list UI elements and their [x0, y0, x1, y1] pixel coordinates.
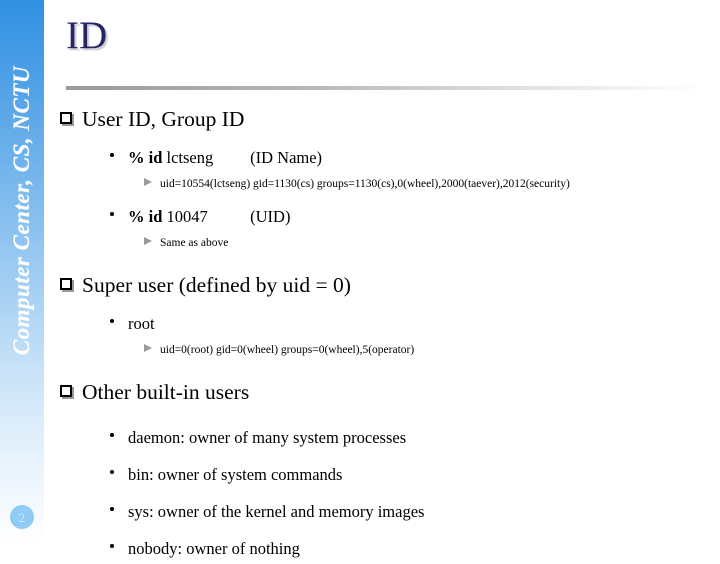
list-item: root — [44, 308, 720, 339]
command-annotation: (ID Name) — [250, 148, 323, 167]
dot-bullet-icon — [110, 507, 114, 511]
square-bullet-icon — [60, 112, 72, 124]
dot-bullet-icon — [110, 212, 114, 216]
dot-bullet-icon — [110, 319, 114, 323]
dot-bullet-icon — [110, 544, 114, 548]
list-item-label: sys: owner of the kernel and memory imag… — [128, 502, 425, 521]
page-number-badge: 2 — [10, 505, 34, 529]
shell-prompt: % — [128, 207, 145, 226]
section-heading: User ID, Group ID — [44, 104, 720, 134]
section-heading-label: Super user (defined by uid = 0) — [82, 273, 351, 297]
detail-item: Same as above — [44, 232, 720, 254]
dot-bullet-icon — [110, 470, 114, 474]
command-name: id — [148, 148, 163, 167]
detail-text: uid=0(root) gid=0(wheel) groups=0(wheel)… — [160, 344, 415, 356]
section-heading-label: User ID, Group ID — [82, 107, 245, 131]
list-item-label: daemon: owner of many system processes — [128, 428, 407, 447]
sidebar-banner: Computer Center, CS, NCTU 2 — [0, 0, 44, 540]
title-divider — [66, 86, 706, 90]
command-annotation: (UID) — [250, 207, 291, 226]
detail-item: uid=10554(lctseng) gid=1130(cs) groups=1… — [44, 173, 720, 195]
dot-bullet-icon — [110, 153, 114, 157]
shell-prompt: % — [128, 148, 145, 167]
dot-bullet-icon — [110, 433, 114, 437]
sidebar-vertical-label: Computer Center, CS, NCTU — [9, 66, 34, 356]
square-bullet-icon — [60, 385, 72, 397]
arrow-bullet-icon — [144, 237, 152, 245]
list-item: % id 10047 (UID) — [44, 201, 720, 232]
detail-text: uid=10554(lctseng) gid=1130(cs) groups=1… — [160, 178, 570, 190]
section-heading: Super user (defined by uid = 0) — [44, 270, 720, 300]
list-item-label: nobody: owner of nothing — [128, 539, 300, 558]
square-bullet-icon — [60, 278, 72, 290]
section-heading: Other built-in users — [44, 377, 720, 407]
section-heading-label: Other built-in users — [82, 380, 250, 404]
list-item: bin: owner of system commands — [44, 459, 720, 490]
list-item: % id lctseng (ID Name) — [44, 142, 720, 173]
command-argument: 10047 — [166, 207, 208, 226]
detail-text: Same as above — [160, 237, 229, 249]
command-line: % id lctseng — [128, 142, 246, 173]
list-item-label: bin: owner of system commands — [128, 465, 343, 484]
command-name: id — [148, 207, 163, 226]
page-title: ID — [66, 14, 108, 57]
list-item-label: root — [128, 314, 155, 333]
command-line: % id 10047 — [128, 201, 246, 232]
slide-body: ID User ID, Group ID % id lctseng (ID Na… — [44, 0, 720, 558]
detail-item: uid=0(root) gid=0(wheel) groups=0(wheel)… — [44, 339, 720, 361]
list-item: sys: owner of the kernel and memory imag… — [44, 496, 720, 527]
list-item: nobody: owner of nothing — [44, 533, 720, 564]
arrow-bullet-icon — [144, 344, 152, 352]
command-argument: lctseng — [166, 148, 214, 167]
arrow-bullet-icon — [144, 178, 152, 186]
slide-content: User ID, Group ID % id lctseng (ID Name)… — [44, 104, 720, 564]
list-item: daemon: owner of many system processes — [44, 422, 720, 453]
